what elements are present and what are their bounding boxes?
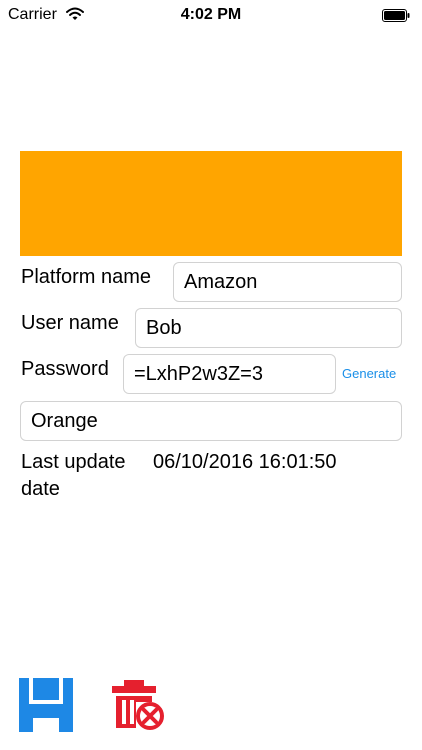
color-swatch bbox=[20, 151, 402, 256]
battery-icon bbox=[382, 9, 410, 22]
status-time: 4:02 PM bbox=[180, 6, 242, 23]
trash-delete-icon bbox=[112, 680, 164, 730]
status-bar: Carrier 4:02 PM bbox=[0, 0, 422, 32]
save-button[interactable] bbox=[19, 676, 73, 732]
color-name-field[interactable] bbox=[20, 401, 402, 441]
floppy-disk-icon bbox=[19, 678, 73, 732]
password-label: Password bbox=[21, 358, 109, 380]
last-update-label-date: date bbox=[21, 478, 60, 500]
generate-password-button[interactable]: Generate bbox=[342, 366, 396, 381]
user-name-field[interactable] bbox=[135, 308, 402, 348]
password-field[interactable] bbox=[123, 354, 336, 394]
platform-name-field[interactable] bbox=[173, 262, 402, 302]
last-update-value: 06/10/2016 16:01:50 bbox=[153, 451, 337, 473]
user-name-label: User name bbox=[21, 312, 119, 334]
platform-name-label: Platform name bbox=[21, 266, 152, 288]
last-update-label: Last update bbox=[21, 451, 126, 473]
delete-button[interactable] bbox=[110, 676, 168, 732]
